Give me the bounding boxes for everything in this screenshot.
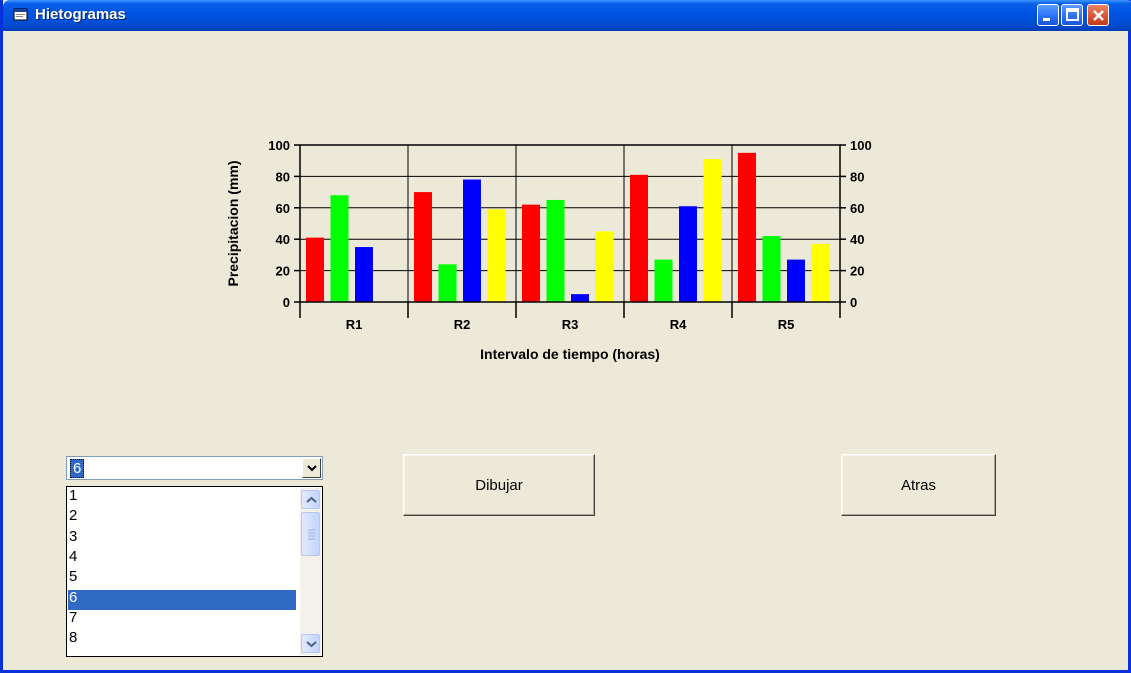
chart-bar xyxy=(306,237,324,302)
x-axis-title: Intervalo de tiempo (horas) xyxy=(480,346,660,362)
grip-icon xyxy=(308,529,315,540)
app-window: Hietogramas 0 0 20 20 40 40 60 60 80 80 100 100 R1 R2… xyxy=(0,0,1131,673)
chart-bar xyxy=(787,259,805,302)
chart-bar xyxy=(522,204,540,302)
list-scrollbar[interactable] xyxy=(300,488,321,655)
chart-bar xyxy=(438,264,457,302)
chart-bar xyxy=(463,179,481,302)
plot-frame xyxy=(299,144,841,303)
y2-tick-label: 0 xyxy=(850,295,857,310)
list-item[interactable]: 6 xyxy=(68,589,296,610)
chart-bar xyxy=(487,209,506,302)
chart-bar xyxy=(571,294,589,302)
chart-bar xyxy=(679,206,697,302)
list-item[interactable]: 7 xyxy=(68,609,296,630)
y2-tick-label: 20 xyxy=(850,264,864,279)
back-button[interactable]: Atras xyxy=(841,454,996,516)
scroll-down-button[interactable] xyxy=(301,634,320,653)
chart-bar xyxy=(355,247,373,302)
interval-combo[interactable]: 6 xyxy=(66,456,323,480)
y-axis-title: Precipitacion (mm) xyxy=(225,160,241,286)
y-tick-label: 40 xyxy=(276,232,290,247)
combo-selected-value: 6 xyxy=(70,459,85,478)
list-item[interactable]: 1 xyxy=(68,488,296,508)
list-item[interactable]: 5 xyxy=(68,569,296,589)
chart-bar xyxy=(762,236,781,302)
chart-bar xyxy=(546,199,565,302)
chart-bar xyxy=(630,174,648,302)
y-tick-label: 60 xyxy=(276,201,290,216)
y2-tick-label: 60 xyxy=(850,201,864,216)
y-tick-label: 0 xyxy=(283,295,290,310)
y2-tick-label: 80 xyxy=(850,169,864,184)
y-tick-label: 80 xyxy=(276,169,290,184)
x-tick-label: R4 xyxy=(670,317,687,332)
chart-bar xyxy=(330,195,349,302)
chart-bar xyxy=(595,231,614,302)
list-item[interactable]: 8 xyxy=(68,630,296,650)
x-tick-label: R3 xyxy=(562,317,579,332)
x-tick-label: R5 xyxy=(778,317,795,332)
chevron-down-icon xyxy=(306,641,317,648)
y2-tick-label: 100 xyxy=(850,138,872,153)
chart-bar xyxy=(811,243,830,302)
scroll-thumb[interactable] xyxy=(301,512,320,556)
chevron-up-icon xyxy=(306,496,317,503)
chart-bar xyxy=(654,259,673,302)
interval-dropdown-list[interactable]: 12345678 xyxy=(66,486,323,657)
scroll-up-button[interactable] xyxy=(301,490,320,509)
list-item[interactable]: 3 xyxy=(68,528,296,549)
back-button-label: Atras xyxy=(900,477,936,494)
draw-button[interactable]: Dibujar xyxy=(403,454,595,516)
list-item[interactable]: 2 xyxy=(68,508,296,528)
combo-dropdown-button[interactable] xyxy=(302,458,321,478)
chevron-down-icon xyxy=(307,465,317,472)
hyetograph-chart: 0 0 20 20 40 40 60 60 80 80 100 100 R1 R2 R3 R4 R5 Interv… xyxy=(225,138,872,362)
chart-bar xyxy=(738,152,756,302)
chart-bar xyxy=(703,159,722,302)
x-tick-label: R1 xyxy=(346,317,363,332)
y-tick-label: 100 xyxy=(268,138,290,153)
list-item[interactable]: 4 xyxy=(68,548,296,569)
chart-bar xyxy=(414,192,432,302)
draw-button-label: Dibujar xyxy=(475,477,523,494)
y-tick-label: 20 xyxy=(276,264,290,279)
x-tick-label: R2 xyxy=(454,317,471,332)
y2-tick-label: 40 xyxy=(850,232,864,247)
